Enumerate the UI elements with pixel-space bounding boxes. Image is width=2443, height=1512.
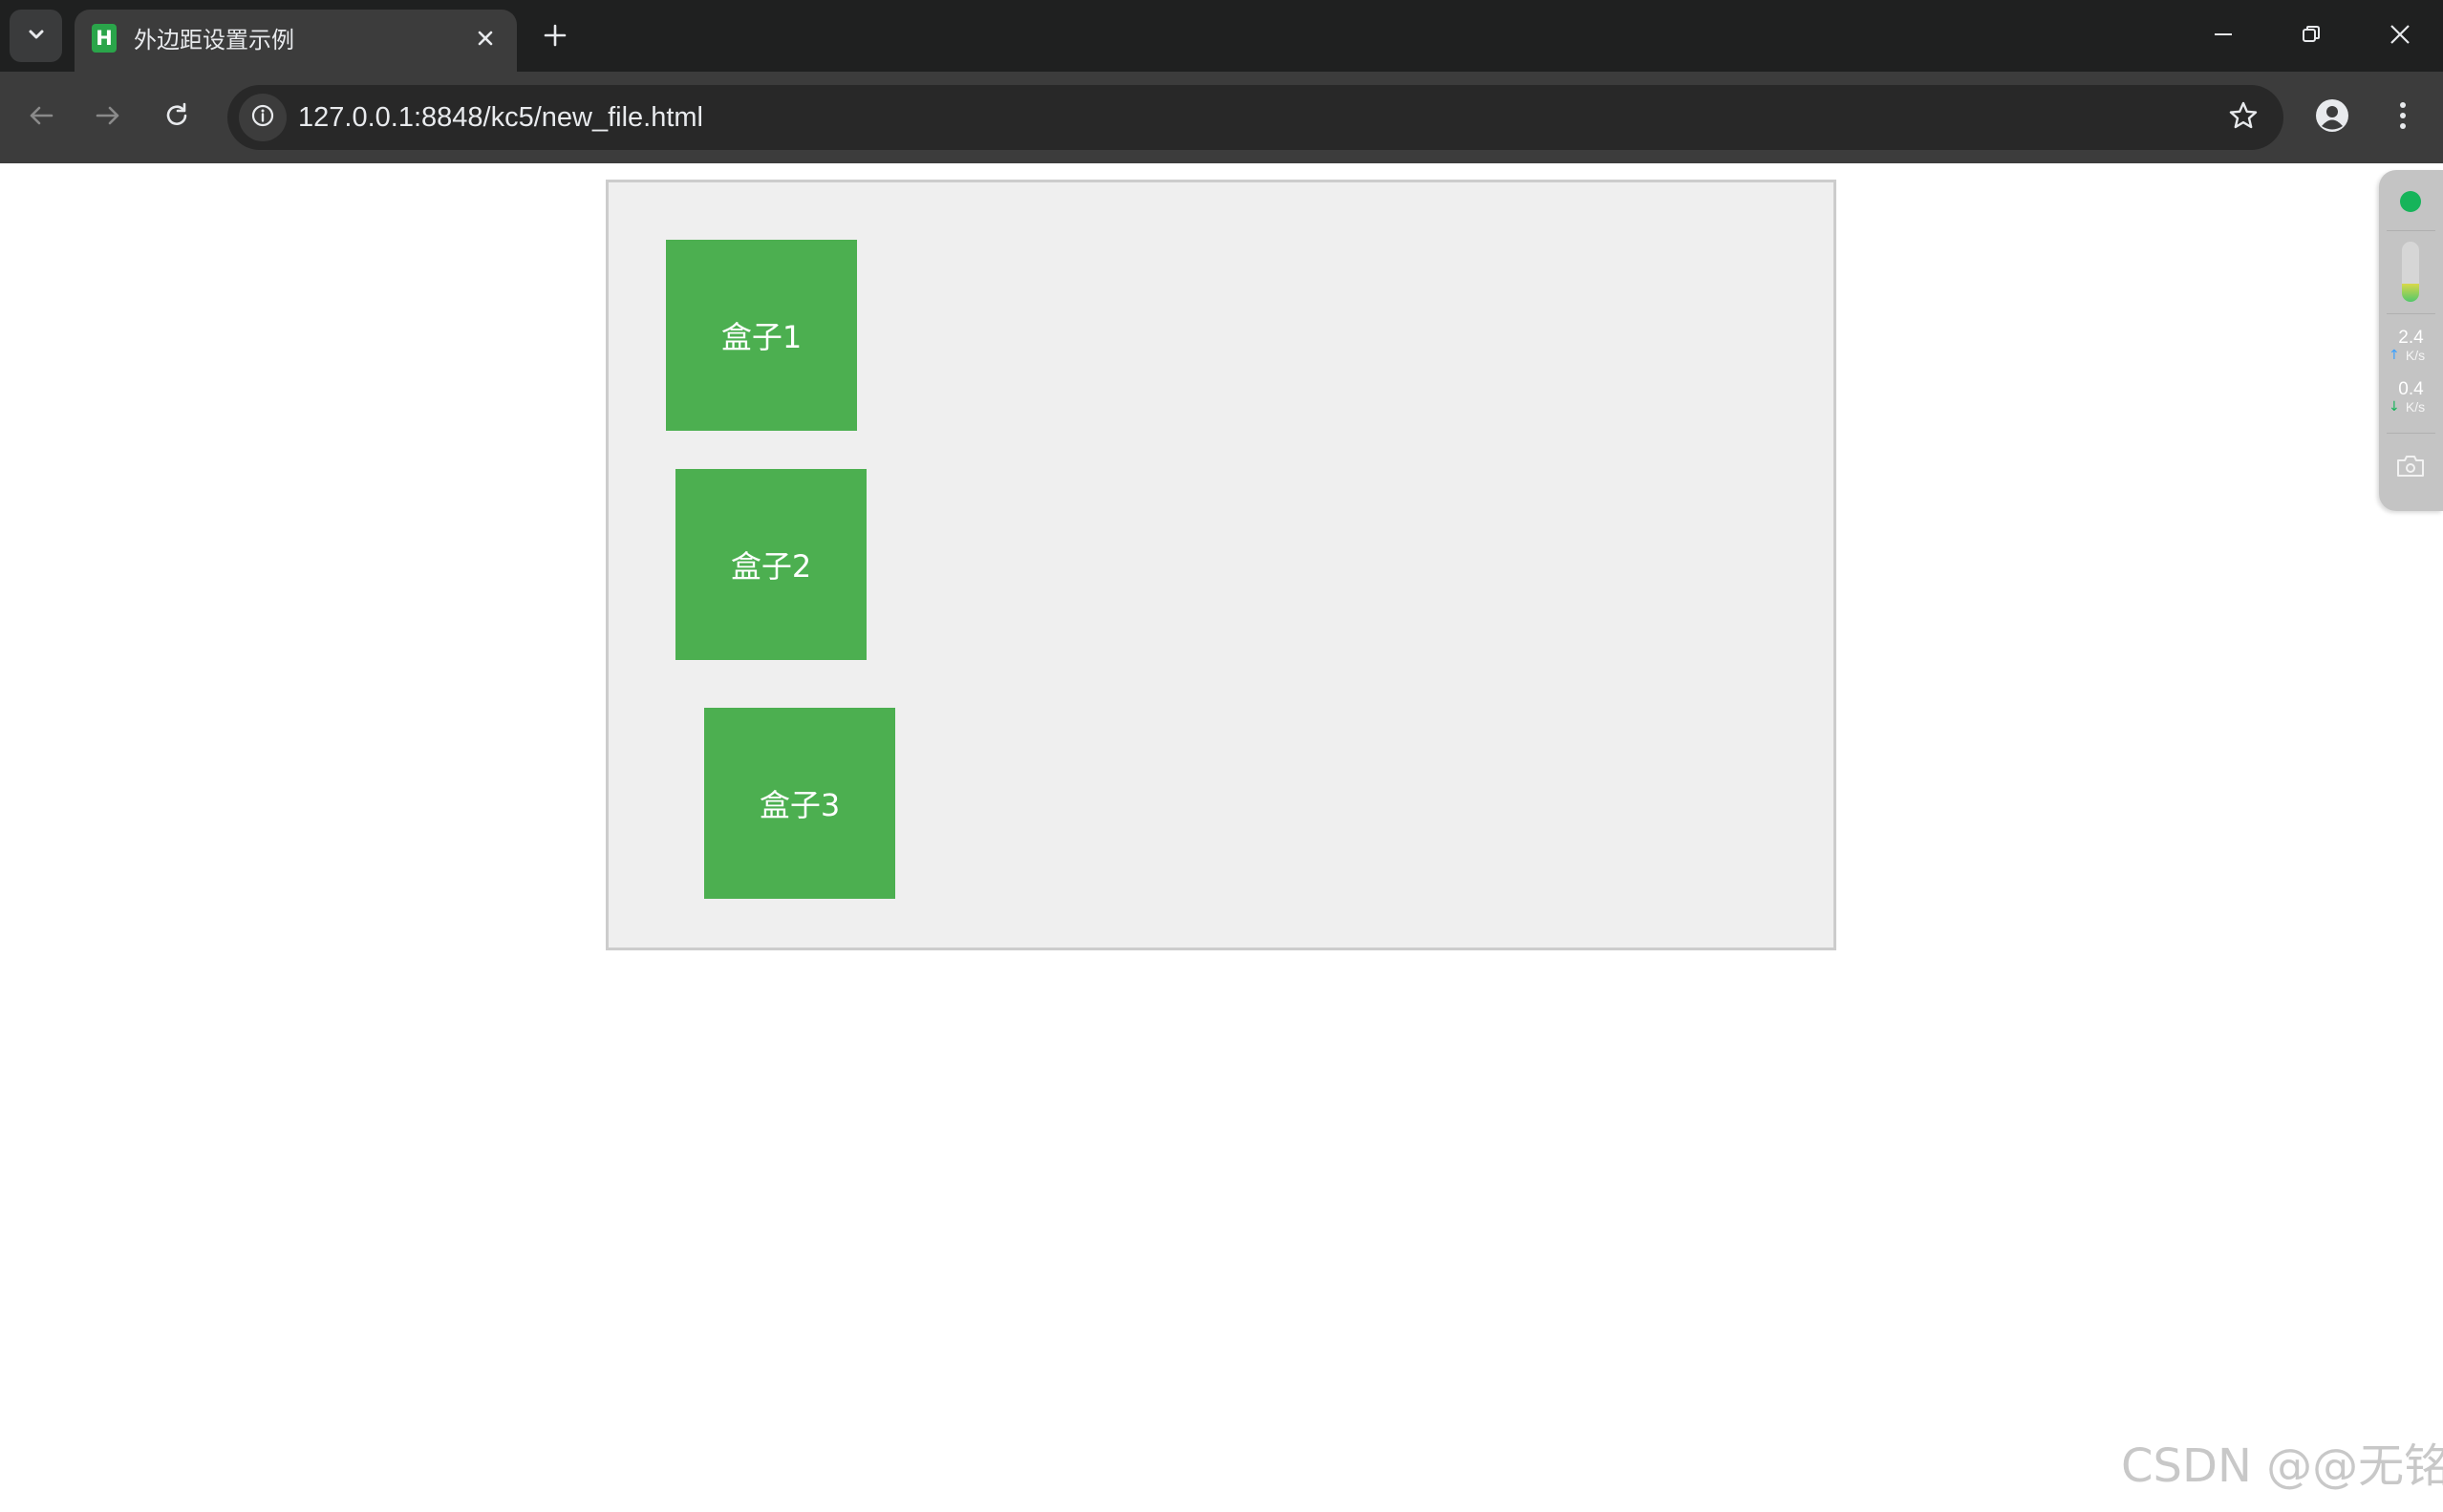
box-3: 盒子3 xyxy=(704,708,895,899)
back-button[interactable] xyxy=(17,94,65,141)
hbuilder-favicon-icon: H xyxy=(92,24,117,53)
screenshot-button[interactable] xyxy=(2394,454,2427,482)
info-icon xyxy=(250,103,275,132)
camera-icon xyxy=(2395,454,2426,482)
page-viewport: 盒子1 盒子2 盒子3 xyxy=(0,163,2443,1512)
bookmark-button[interactable] xyxy=(2222,96,2264,138)
upload-speed-unit: K/s xyxy=(2405,348,2426,363)
download-speed-value: 0.4 xyxy=(2398,379,2424,399)
close-window-button[interactable] xyxy=(2357,0,2443,72)
plus-icon xyxy=(543,23,568,52)
minimize-icon xyxy=(2213,24,2234,49)
chevron-down-icon xyxy=(26,24,47,49)
download-speed-unit: K/s xyxy=(2405,399,2426,415)
divider xyxy=(2387,313,2435,314)
reload-button[interactable] xyxy=(153,94,201,141)
tab-close-button[interactable] xyxy=(468,23,503,57)
browser-tab-strip: H 外边距设置示例 xyxy=(0,0,2443,72)
forward-button[interactable] xyxy=(84,94,132,141)
url-text[interactable]: 127.0.0.1:8848/kc5/new_file.html xyxy=(298,85,703,150)
close-icon xyxy=(476,29,495,52)
box-2: 盒子2 xyxy=(675,469,867,660)
memory-level-bar xyxy=(2402,242,2419,302)
site-info-button[interactable] xyxy=(239,94,287,141)
new-tab-button[interactable] xyxy=(535,17,575,57)
arrow-left-icon xyxy=(27,101,55,134)
watermark-text: CSDN @@无铭 xyxy=(2121,1439,2443,1493)
divider xyxy=(2387,230,2435,231)
memory-level-fill xyxy=(2402,284,2419,302)
box-container: 盒子1 盒子2 盒子3 xyxy=(606,180,1836,950)
restore-button[interactable] xyxy=(2268,0,2354,72)
reload-icon xyxy=(162,101,191,134)
tab-search-button[interactable] xyxy=(10,10,62,62)
status-dot-icon xyxy=(2400,191,2421,212)
close-window-icon xyxy=(2389,23,2411,50)
profile-button[interactable] xyxy=(2308,94,2356,141)
avatar-icon xyxy=(2315,98,2349,137)
tab-title: 外边距设置示例 xyxy=(134,27,294,53)
active-tab[interactable]: H 外边距设置示例 xyxy=(75,10,517,72)
star-icon xyxy=(2228,100,2259,135)
upload-speed-value: 2.4 xyxy=(2398,328,2424,348)
arrow-right-icon xyxy=(94,101,122,134)
restore-icon xyxy=(2301,24,2322,49)
divider xyxy=(2387,433,2435,434)
box-1: 盒子1 xyxy=(666,240,857,431)
more-vert-icon xyxy=(2398,100,2408,135)
address-bar[interactable]: 127.0.0.1:8848/kc5/new_file.html xyxy=(227,85,2283,150)
minimize-button[interactable] xyxy=(2180,0,2266,72)
system-monitor-widget[interactable]: 2.4 ↑ K/s 0.4 ↓ K/s xyxy=(2379,170,2443,511)
browser-toolbar: 127.0.0.1:8848/kc5/new_file.html xyxy=(0,72,2443,163)
menu-button[interactable] xyxy=(2379,94,2427,141)
